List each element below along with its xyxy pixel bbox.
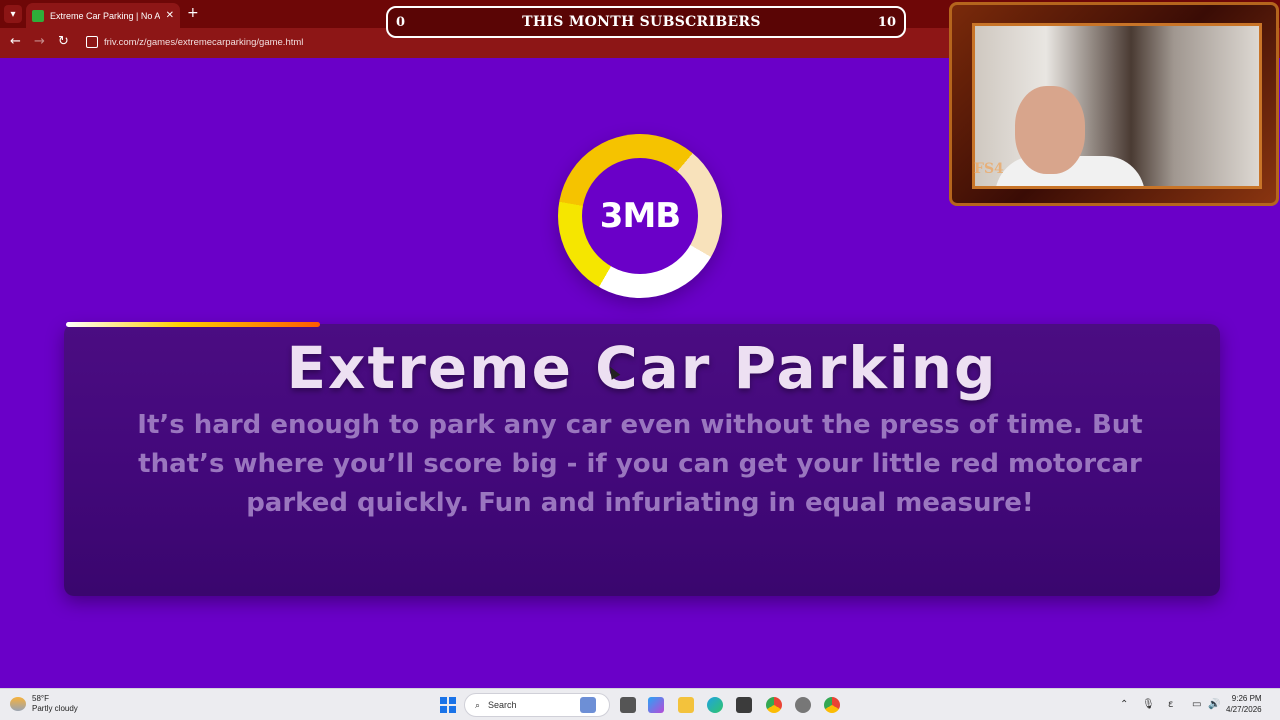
search-highlight-icon	[580, 697, 596, 713]
streamer-head	[1015, 86, 1085, 174]
weather-condition: Partly cloudy	[32, 704, 78, 713]
subscribers-goal: 10	[877, 14, 896, 30]
address-bar[interactable]: friv.com/z/games/extremecarparking/game.…	[104, 37, 303, 48]
temperature: 58°F	[32, 694, 49, 703]
webcam-video	[972, 23, 1262, 189]
reload-icon[interactable]: ↻	[58, 35, 69, 49]
language-icon[interactable]: ε	[1168, 699, 1173, 710]
edge-icon[interactable]	[707, 697, 723, 713]
back-arrow-icon[interactable]: ←	[10, 35, 21, 49]
tab-search-dropdown-icon[interactable]: ▾	[4, 5, 22, 23]
file-explorer-icon[interactable]	[678, 697, 694, 713]
chrome-active-icon[interactable]	[824, 697, 840, 713]
clock-date: 4/27/2026	[1226, 705, 1262, 714]
game-logo-core: 3MB	[582, 158, 698, 274]
search-label: Search	[488, 700, 517, 710]
windows-start-icon[interactable]	[440, 697, 456, 713]
game-logo-ring: 3MB	[558, 134, 722, 298]
webcam-frame: FS4	[949, 2, 1279, 206]
tab-extreme-car-parking[interactable]: Extreme Car Parking | No Ads | ✕	[26, 3, 180, 28]
new-tab-button[interactable]: +	[187, 5, 199, 21]
close-tab-icon[interactable]: ✕	[166, 10, 174, 21]
weather-widget[interactable]: 58°F Partly cloudy	[10, 694, 78, 714]
show-hidden-icons-icon[interactable]: ⌃	[1120, 699, 1128, 710]
channel-logo: FS4	[974, 161, 1004, 177]
clock-time: 9:26 PM	[1231, 694, 1262, 703]
copilot-icon[interactable]	[648, 697, 664, 713]
task-view-icon[interactable]	[620, 697, 636, 713]
game-title: Extreme Car Parking	[286, 334, 998, 402]
forward-arrow-icon[interactable]: →	[34, 35, 45, 49]
store-icon[interactable]	[736, 697, 752, 713]
chrome-icon[interactable]	[766, 697, 782, 713]
app-icon[interactable]	[795, 697, 811, 713]
subscribers-counter-bar: 0 THIS MONTH SUBSCRIBERS 10	[386, 6, 906, 38]
network-icon[interactable]: ▭	[1192, 699, 1201, 710]
subscribers-start: 0	[396, 14, 406, 30]
game-description: It’s hard enough to park any car even wi…	[137, 410, 1143, 518]
tab-title: Extreme Car Parking | No Ads |	[50, 10, 160, 21]
windows-taskbar: 58°F Partly cloudy ⌕ Search ⌃ 🎙 ε ▭ 🔊 9:…	[0, 688, 1280, 720]
loading-progress-bar	[66, 322, 320, 327]
subscribers-label: THIS MONTH SUBSCRIBERS	[522, 14, 761, 30]
search-icon: ⌕	[475, 699, 481, 710]
partly-cloudy-icon	[10, 697, 26, 711]
game-logo-text: 3MB	[599, 196, 681, 236]
system-clock[interactable]: 9:26 PM 4/27/2026	[1226, 693, 1262, 715]
site-info-icon[interactable]	[86, 36, 98, 48]
microphone-icon[interactable]: 🎙	[1142, 699, 1155, 710]
volume-icon[interactable]: 🔊	[1208, 699, 1220, 710]
friv-favicon-icon	[32, 9, 44, 22]
